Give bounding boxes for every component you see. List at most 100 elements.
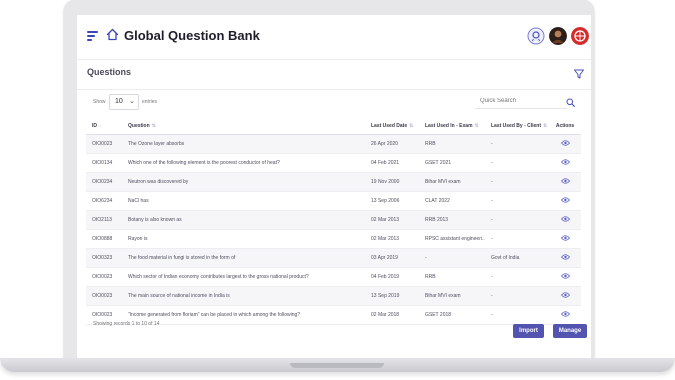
sort-icon[interactable]: ⇅ [543, 123, 547, 129]
view-eye-icon[interactable] [560, 292, 570, 298]
table-row[interactable]: OIO0888 Rayon is 02 Mar 2013 RPSC assistant… [86, 229, 581, 249]
view-eye-icon[interactable] [560, 273, 570, 279]
cell-last-used-date: 02 Mar 2013 [365, 229, 419, 249]
view-eye-icon[interactable] [560, 235, 570, 241]
filter-icon[interactable] [573, 68, 585, 80]
view-eye-icon[interactable] [560, 254, 570, 260]
questions-header: Questions [77, 59, 591, 90]
column-header-last-used-exam[interactable]: Last Used In - Exam ⇅ [419, 118, 485, 135]
cell-id: OIO0023 [86, 286, 122, 306]
cell-last-used-date: 02 Mar 2013 [365, 210, 419, 230]
page-size-value: 10 [115, 98, 123, 105]
cell-last-used-date: 13 Sep 2006 [365, 191, 419, 211]
app-screen: Global Question Bank Questions Show 10 ⌄ [77, 15, 591, 358]
search-input[interactable] [475, 94, 560, 108]
cell-last-used-exam: CLAT 2022 [419, 191, 485, 211]
cell-actions [549, 229, 581, 249]
view-eye-icon[interactable] [560, 216, 570, 222]
column-header-last-used-date[interactable]: Last Used Date ⇅ [365, 118, 419, 135]
sort-icon[interactable]: ⇅ [409, 123, 413, 129]
sort-icon[interactable]: ⇅ [475, 123, 479, 129]
table-controls: Show 10 ⌄ entries [77, 89, 591, 117]
cell-id: OIO0234 [86, 172, 122, 192]
records-count: Showing records 1 to 10 of 14 [93, 321, 160, 327]
cell-last-used-client: - [485, 210, 549, 230]
table-row[interactable]: OIO0023 “Income generated from floriam” c… [86, 305, 581, 325]
page-title: Global Question Bank [124, 28, 260, 43]
cell-id: OIO6234 [86, 191, 122, 211]
cell-question: Botany is also known as [122, 210, 365, 230]
view-eye-icon[interactable] [560, 311, 570, 317]
column-header-question[interactable]: Question ⇅ [122, 118, 365, 135]
search-box [475, 94, 567, 109]
cell-last-used-client: - [485, 305, 549, 325]
home-icon[interactable] [106, 28, 119, 41]
cell-actions [549, 305, 581, 325]
section-title: Questions [87, 67, 132, 77]
menu-icon[interactable] [87, 31, 98, 41]
cell-last-used-client: - [485, 172, 549, 192]
cell-question: Which sector of Indian economy contribut… [122, 267, 365, 287]
search-icon[interactable] [566, 98, 575, 107]
cell-last-used-exam: RPSC assistant engineeri... [419, 229, 485, 249]
table-row[interactable]: OIO0323 The food material in fungi is sto… [86, 248, 581, 268]
import-button[interactable]: Import [513, 324, 544, 338]
table-header-row: ID ↓ Question ⇅ Last Used Date ⇅ Last Used … [86, 118, 581, 135]
table-row[interactable]: OIO0234 Neutron was discovered by 19 Nov 2… [86, 172, 581, 192]
cell-last-used-date: 04 Feb 2021 [365, 153, 419, 173]
cell-last-used-client: - [485, 286, 549, 306]
manage-button[interactable]: Manage [553, 324, 587, 338]
cell-last-used-exam: - [419, 248, 485, 268]
cell-actions [549, 248, 581, 268]
sort-icon[interactable]: ⇅ [152, 123, 156, 129]
view-eye-icon[interactable] [560, 140, 570, 146]
table-row[interactable]: OIO0023 The main source of national incom… [86, 286, 581, 306]
table-row[interactable]: OIO0023 Which sector of Indian economy co… [86, 267, 581, 287]
notification-icon[interactable] [527, 27, 545, 45]
laptop-notch [290, 363, 384, 368]
cell-last-used-exam: GSET 2021 [419, 153, 485, 173]
logo [571, 27, 589, 45]
cell-question: Neutron was discovered by [122, 172, 365, 192]
cell-question: The Ozone layer absorbs [122, 134, 365, 154]
questions-table: ID ↓ Question ⇅ Last Used Date ⇅ Last Used … [86, 118, 581, 325]
cell-last-used-client: Govt of India [485, 248, 549, 268]
table-row[interactable]: OIO0023 The Ozone layer absorbs 26 Apr 202… [86, 134, 581, 154]
cell-last-used-client: - [485, 191, 549, 211]
entries-label: entries [142, 99, 158, 105]
cell-last-used-exam: Bihar MVI exam [419, 172, 485, 192]
cell-id: OIO0323 [86, 248, 122, 268]
cell-last-used-exam: Bihar MVI exam [419, 286, 485, 306]
view-eye-icon[interactable] [560, 197, 570, 203]
cell-last-used-date: 26 Apr 2020 [365, 134, 419, 154]
view-eye-icon[interactable] [560, 178, 570, 184]
sort-desc-icon[interactable]: ↓ [99, 123, 102, 129]
column-header-actions: Actions [549, 118, 581, 135]
cell-last-used-date: 02 Mar 2018 [365, 305, 419, 325]
cell-actions [549, 153, 581, 173]
cell-last-used-exam: RRB [419, 134, 485, 154]
cell-last-used-exam: RRB [419, 267, 485, 287]
cell-actions [549, 191, 581, 211]
cell-last-used-date: 03 Apr 2019 [365, 248, 419, 268]
page-size-select[interactable]: 10 ⌄ [109, 94, 139, 110]
cell-last-used-exam: RRB 2013 [419, 210, 485, 230]
table-row[interactable]: OIO2113 Botany is also known as 02 Mar 201… [86, 210, 581, 230]
chevron-down-icon: ⌄ [129, 98, 135, 105]
cell-last-used-date: 13 Sep 2019 [365, 286, 419, 306]
cell-question: NaCl has [122, 191, 365, 211]
view-eye-icon[interactable] [560, 159, 570, 165]
cell-last-used-client: - [485, 153, 549, 173]
table-row[interactable]: OIO6234 NaCl has 13 Sep 2006 CLAT 2022- [86, 191, 581, 211]
avatar[interactable] [549, 27, 567, 45]
top-bar: Global Question Bank [77, 15, 591, 60]
cell-actions [549, 210, 581, 230]
column-header-id[interactable]: ID ↓ [86, 118, 122, 135]
table-row[interactable]: OIO0134 Which one of the following elemen… [86, 153, 581, 173]
cell-id: OIO0023 [86, 267, 122, 287]
cell-last-used-exam: GSET 2018 [419, 305, 485, 325]
column-header-last-used-client[interactable]: Last Used By - Client ⇅ [485, 118, 549, 135]
cell-last-used-date: 04 Feb 2019 [365, 267, 419, 287]
cell-id: OIO0023 [86, 134, 122, 154]
cell-question: Which one of the following element is th… [122, 153, 365, 173]
